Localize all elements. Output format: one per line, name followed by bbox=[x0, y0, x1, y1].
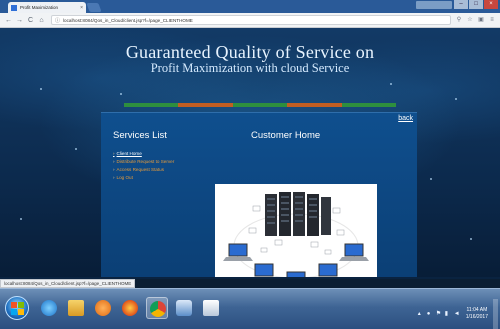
start-button[interactable] bbox=[5, 296, 29, 320]
content-panel: back Services List › Client Home › Distrib… bbox=[101, 112, 417, 279]
menu-item-log-out[interactable]: › Log Out bbox=[113, 174, 174, 182]
menu-strip-segment[interactable] bbox=[341, 103, 397, 107]
site-title: Guaranteed Quality of Service on bbox=[125, 42, 375, 62]
window-controls: – □ × bbox=[454, 0, 498, 10]
network-icon[interactable]: ● bbox=[427, 311, 433, 317]
menu-strip-segment[interactable] bbox=[287, 103, 342, 107]
toolbar-icons: ⚲ ☆ ▣ ≡ bbox=[455, 16, 496, 24]
bullet-icon: › bbox=[113, 159, 115, 164]
menu-item-client-home[interactable]: › Client Home bbox=[113, 150, 174, 158]
menu-item-access-request-status[interactable]: › Access Request Status bbox=[113, 166, 174, 174]
clock[interactable]: 11:04 AM 1/16/2017 bbox=[466, 307, 488, 321]
windows-logo-icon bbox=[11, 302, 24, 315]
flag-icon[interactable]: ⚑ bbox=[436, 311, 442, 317]
minimize-button[interactable]: – bbox=[454, 0, 468, 9]
browser-toolbar: ← → C ⌂ ⓘ localhost:8084/Qos_in_Cloud/cl… bbox=[0, 13, 500, 28]
close-window-button[interactable]: × bbox=[484, 0, 498, 9]
user-profile-button[interactable] bbox=[416, 1, 452, 9]
server-rack-icon bbox=[265, 192, 331, 236]
reload-icon[interactable]: C bbox=[26, 16, 35, 25]
address-url: localhost:8084/Qos_in_Cloud/client.jsp?f… bbox=[63, 17, 193, 23]
windows-taskbar: ▴ ● ⚑ ▮ ◄ 11:04 AM 1/16/2017 bbox=[0, 288, 500, 329]
virtualbox-icon[interactable] bbox=[173, 297, 195, 319]
sparkle-decoration bbox=[120, 93, 122, 95]
sparkle-decoration bbox=[40, 88, 42, 90]
customer-home-title: Customer Home bbox=[251, 130, 321, 141]
bullet-icon: › bbox=[113, 175, 115, 180]
laptop-icon bbox=[223, 243, 369, 279]
menu-item-label: Distribute Request to Server bbox=[116, 159, 175, 164]
services-menu: › Client Home › Distribute Request to Serv… bbox=[113, 150, 174, 182]
cloud-server-illustration bbox=[215, 184, 377, 279]
clock-date: 1/16/2017 bbox=[465, 314, 488, 320]
sparkle-decoration bbox=[75, 148, 77, 150]
sparkle-decoration bbox=[20, 218, 22, 220]
chrome-icon[interactable] bbox=[146, 297, 168, 319]
sparkle-decoration bbox=[470, 238, 472, 240]
signal-icon[interactable]: ▮ bbox=[445, 311, 451, 317]
address-bar[interactable]: ⓘ localhost:8084/Qos_in_Cloud/client.jsp… bbox=[51, 15, 451, 25]
status-bar-url: localhost:8084/Qos_in_Cloud/client.jsp?f… bbox=[0, 279, 136, 288]
bullet-icon: › bbox=[113, 151, 115, 156]
menu-item-label: Client Home bbox=[116, 151, 142, 156]
favicon-icon bbox=[11, 4, 17, 11]
browser-tab-strip: Profit Maximization × – □ × bbox=[0, 0, 500, 13]
maximize-button[interactable]: □ bbox=[469, 0, 483, 9]
menu-strip-segment[interactable] bbox=[178, 103, 233, 107]
web-page: Guaranteed Quality of Service on Profit … bbox=[0, 28, 500, 279]
bullet-icon: › bbox=[113, 167, 115, 172]
sparkle-decoration bbox=[390, 83, 392, 85]
back-link[interactable]: back bbox=[398, 115, 413, 122]
file-explorer-icon[interactable] bbox=[65, 297, 87, 319]
zoom-icon[interactable]: ⚲ bbox=[455, 16, 463, 24]
sparkle-decoration bbox=[455, 98, 457, 100]
tab-title: Profit Maximization bbox=[20, 5, 59, 10]
tab-close-icon[interactable]: × bbox=[80, 5, 83, 11]
firefox-icon[interactable] bbox=[119, 297, 141, 319]
services-list-title: Services List bbox=[113, 130, 167, 141]
browser-tab[interactable]: Profit Maximization × bbox=[8, 2, 86, 13]
bookmark-star-icon[interactable]: ☆ bbox=[466, 16, 474, 24]
menu-strip-segment[interactable] bbox=[124, 103, 179, 107]
menu-item-distribute-request[interactable]: › Distribute Request to Server bbox=[113, 158, 174, 166]
server-network-graphic bbox=[223, 192, 369, 279]
clock-time: 11:04 AM bbox=[466, 307, 488, 313]
up-arrow-icon[interactable]: ▴ bbox=[418, 311, 424, 317]
show-desktop-button[interactable] bbox=[493, 299, 498, 329]
menu-item-label: Log Out bbox=[116, 175, 133, 180]
back-arrow-icon[interactable]: ← bbox=[4, 16, 13, 25]
info-icon[interactable]: ⓘ bbox=[55, 17, 60, 24]
extension-icon[interactable]: ▣ bbox=[477, 16, 485, 24]
notepad-icon[interactable] bbox=[200, 297, 222, 319]
menu-strip bbox=[124, 103, 397, 107]
site-subtitle: Profit Maximization with cloud Service bbox=[150, 61, 350, 75]
menu-icon[interactable]: ≡ bbox=[488, 16, 496, 24]
new-tab-button[interactable] bbox=[86, 3, 102, 12]
sparkle-decoration bbox=[430, 178, 432, 180]
media-player-icon[interactable] bbox=[92, 297, 114, 319]
forward-arrow-icon[interactable]: → bbox=[15, 16, 24, 25]
home-icon[interactable]: ⌂ bbox=[37, 16, 46, 25]
volume-icon[interactable]: ◄ bbox=[454, 311, 460, 317]
internet-explorer-icon[interactable] bbox=[38, 297, 60, 319]
menu-item-label: Access Request Status bbox=[116, 167, 165, 172]
system-tray: ▴ ● ⚑ ▮ ◄ 11:04 AM 1/16/2017 bbox=[418, 299, 498, 329]
menu-strip-segment[interactable] bbox=[232, 103, 288, 107]
